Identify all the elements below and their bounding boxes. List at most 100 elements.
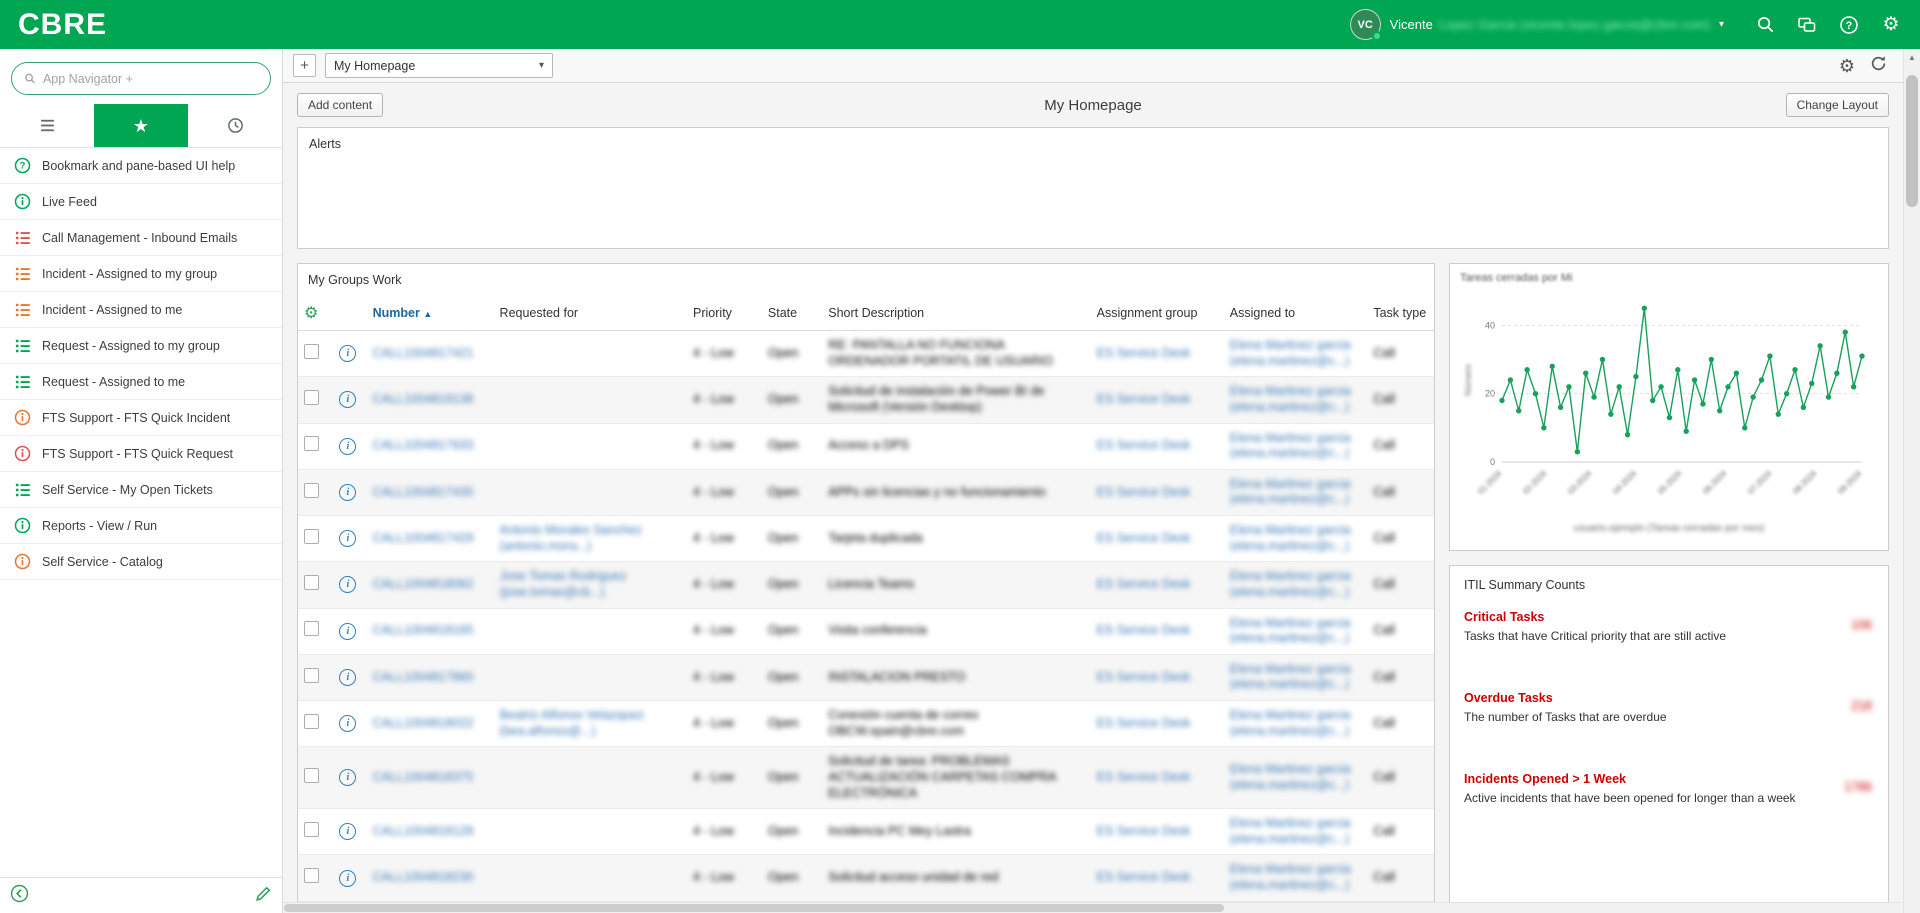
sidebar-item-10[interactable]: Reports - View / Run — [0, 508, 282, 544]
sidebar-item-4[interactable]: Incident - Assigned to me — [0, 292, 282, 328]
number-link[interactable]: CALL1004818062 — [373, 577, 474, 591]
itil-item-title[interactable]: Critical Tasks — [1464, 610, 1810, 624]
sidebar-item-1[interactable]: Live Feed — [0, 184, 282, 220]
info-icon[interactable]: i — [339, 391, 356, 408]
itil-item-count[interactable]: 106 — [1851, 618, 1872, 632]
assigned-to-link[interactable]: Elena Martinez garcia (elena.martinez@c.… — [1230, 431, 1351, 461]
number-link[interactable]: CALL1004817429 — [373, 531, 474, 545]
info-icon[interactable]: i — [339, 623, 356, 640]
info-icon[interactable]: i — [339, 823, 356, 840]
collapse-sidebar-icon[interactable] — [10, 884, 29, 908]
assignment-group-link[interactable]: ES Service Desk — [1097, 623, 1191, 637]
assigned-to-link[interactable]: Elena Martinez garcia (elena.martinez@c.… — [1230, 816, 1351, 846]
sidebar-item-6[interactable]: Request - Assigned to me — [0, 364, 282, 400]
column-header-task-type[interactable]: Task type — [1367, 296, 1434, 331]
search-icon[interactable] — [1754, 14, 1776, 36]
assignment-group-link[interactable]: ES Service Desk — [1097, 485, 1191, 499]
column-header-short-description[interactable]: Short Description — [822, 296, 1090, 331]
info-icon[interactable]: i — [339, 769, 356, 786]
column-header-number[interactable]: Number ▲ — [367, 296, 494, 331]
assigned-to-link[interactable]: Elena Martinez garcia (elena.martinez@c.… — [1230, 708, 1351, 738]
assignment-group-link[interactable]: ES Service Desk — [1097, 870, 1191, 884]
sidebar-item-2[interactable]: Call Management - Inbound Emails — [0, 220, 282, 256]
assigned-to-link[interactable]: Elena Martinez garcia (elena.martinez@c.… — [1230, 569, 1351, 599]
number-link[interactable]: CALL1004818165 — [373, 623, 474, 637]
tab-history[interactable] — [188, 104, 282, 147]
row-checkbox[interactable] — [304, 822, 319, 837]
gear-icon[interactable]: ⚙ — [1880, 14, 1902, 36]
add-content-button[interactable]: Add content — [297, 93, 383, 117]
assigned-to-link[interactable]: Elena Martinez garcia (elena.martinez@c.… — [1230, 862, 1351, 892]
number-link[interactable]: CALL1004818375 — [373, 770, 474, 784]
avatar[interactable]: VC — [1350, 9, 1381, 40]
info-icon[interactable]: i — [339, 484, 356, 501]
info-icon[interactable]: i — [339, 345, 356, 362]
row-checkbox[interactable] — [304, 714, 319, 729]
itil-item-count[interactable]: 1786 — [1844, 780, 1872, 794]
number-link[interactable]: CALL1004817633 — [373, 438, 474, 452]
app-navigator-input[interactable] — [43, 72, 258, 86]
column-header-state[interactable]: State — [762, 296, 822, 331]
info-icon[interactable]: i — [339, 669, 356, 686]
tab-bookmarks[interactable]: ★ — [94, 104, 188, 147]
personalize-list-gear[interactable]: ⚙ — [298, 296, 333, 331]
assigned-to-link[interactable]: Elena Martinez garcia (elena.martinez@c.… — [1230, 384, 1351, 414]
assignment-group-link[interactable]: ES Service Desk — [1097, 531, 1191, 545]
assignment-group-link[interactable]: ES Service Desk — [1097, 577, 1191, 591]
number-link[interactable]: CALL1004817860 — [373, 670, 474, 684]
number-link[interactable]: CALL1004817421 — [373, 346, 474, 360]
assigned-to-link[interactable]: Elena Martinez garcia (elena.martinez@c.… — [1230, 662, 1351, 692]
add-tab-button[interactable]: + — [293, 54, 316, 77]
itil-item-title[interactable]: Incidents Opened > 1 Week — [1464, 772, 1810, 786]
info-icon[interactable]: i — [339, 715, 356, 732]
sidebar-item-0[interactable]: ? Bookmark and pane-based UI help — [0, 148, 282, 184]
sidebar-item-5[interactable]: Request - Assigned to my group — [0, 328, 282, 364]
assigned-to-link[interactable]: Elena Martinez garcia (elena.martinez@c.… — [1230, 338, 1351, 368]
number-link[interactable]: CALL1004818128 — [373, 824, 474, 838]
assignment-group-link[interactable]: ES Service Desk — [1097, 716, 1191, 730]
column-header-requested-for[interactable]: Requested for — [494, 296, 687, 331]
column-header-assigned-to[interactable]: Assigned to — [1224, 296, 1368, 331]
horizontal-scrollbar-thumb[interactable] — [284, 904, 1224, 912]
chevron-down-icon[interactable]: ▾ — [1719, 19, 1724, 30]
sidebar-item-11[interactable]: Self Service - Catalog — [0, 544, 282, 580]
number-link[interactable]: CALL1004819138 — [373, 392, 474, 406]
row-checkbox[interactable] — [304, 344, 319, 359]
sidebar-item-8[interactable]: FTS Support - FTS Quick Request — [0, 436, 282, 472]
row-checkbox[interactable] — [304, 768, 319, 783]
column-header-assignment-group[interactable]: Assignment group — [1091, 296, 1224, 331]
row-checkbox[interactable] — [304, 621, 319, 636]
sidebar-item-9[interactable]: Self Service - My Open Tickets — [0, 472, 282, 508]
scroll-up-icon[interactable]: ▲ — [1904, 49, 1920, 62]
change-layout-button[interactable]: Change Layout — [1786, 93, 1889, 117]
row-checkbox[interactable] — [304, 436, 319, 451]
assignment-group-link[interactable]: ES Service Desk — [1097, 824, 1191, 838]
itil-item-count[interactable]: 218 — [1851, 699, 1872, 713]
pane-settings-gear-icon[interactable]: ⚙ — [1839, 57, 1855, 75]
user-menu[interactable]: VC Vicente Lopez Garcia (vicente.lopez.g… — [1350, 9, 1724, 40]
horizontal-scrollbar[interactable] — [283, 902, 1903, 913]
column-header-priority[interactable]: Priority — [687, 296, 762, 331]
assigned-to-link[interactable]: Elena Martinez garcia (elena.martinez@c.… — [1230, 616, 1351, 646]
chat-icon[interactable] — [1796, 14, 1818, 36]
assignment-group-link[interactable]: ES Service Desk — [1097, 770, 1191, 784]
info-icon[interactable]: i — [339, 870, 356, 887]
sidebar-item-3[interactable]: Incident - Assigned to my group — [0, 256, 282, 292]
assignment-group-link[interactable]: ES Service Desk — [1097, 346, 1191, 360]
assigned-to-link[interactable]: Elena Martinez garcia (elena.martinez@c.… — [1230, 477, 1351, 507]
info-icon[interactable]: i — [339, 576, 356, 593]
number-link[interactable]: CALL1004818022 — [373, 716, 474, 730]
vertical-scrollbar-thumb[interactable] — [1906, 75, 1918, 207]
sidebar-item-7[interactable]: FTS Support - FTS Quick Incident — [0, 400, 282, 436]
edit-bookmarks-icon[interactable] — [255, 885, 272, 907]
requested-for-link[interactable]: Beatriz Alfonso Velazquez (bea.alfonso@.… — [500, 708, 645, 738]
assignment-group-link[interactable]: ES Service Desk — [1097, 438, 1191, 452]
row-checkbox[interactable] — [304, 668, 319, 683]
row-checkbox[interactable] — [304, 868, 319, 883]
itil-item-title[interactable]: Overdue Tasks — [1464, 691, 1810, 705]
info-icon[interactable]: i — [339, 530, 356, 547]
refresh-icon[interactable] — [1870, 55, 1887, 77]
row-checkbox[interactable] — [304, 390, 319, 405]
help-icon[interactable]: ? — [1838, 14, 1860, 36]
vertical-scrollbar[interactable]: ▲ — [1903, 49, 1920, 913]
